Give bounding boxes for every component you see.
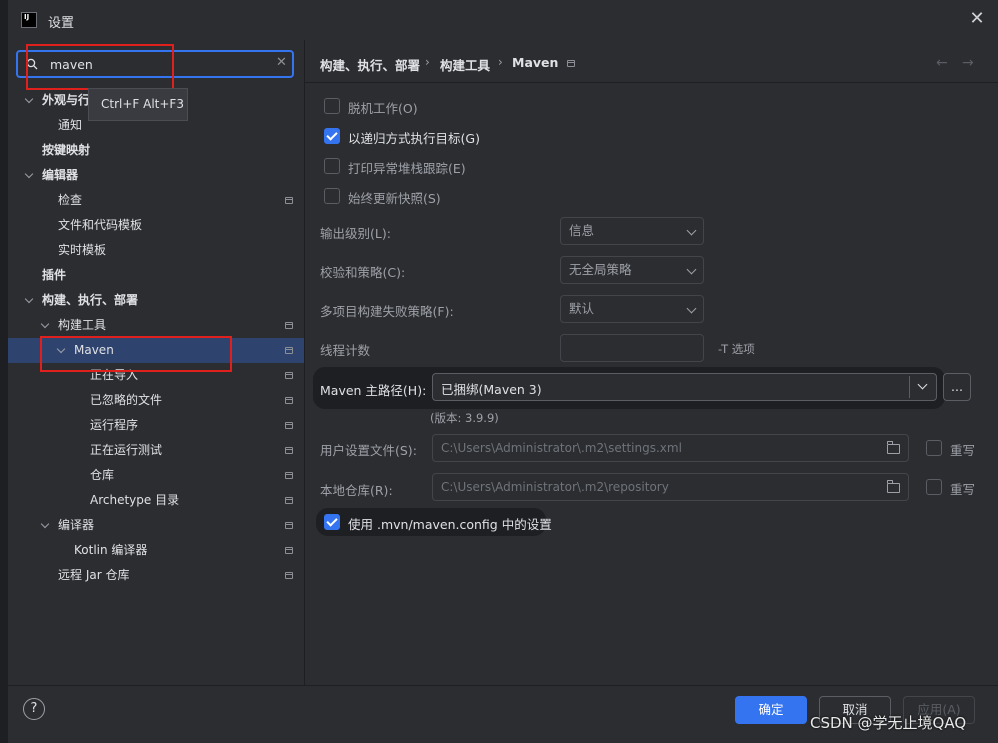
- chevron-down-icon[interactable]: [917, 379, 928, 390]
- folder-icon[interactable]: [887, 480, 900, 493]
- chevron-down-icon: [686, 264, 697, 275]
- project-scope-icon: [285, 572, 293, 579]
- thread-count-suffix: -T 选项: [718, 342, 755, 356]
- multiproject-label: 多项目构建失败策略(F):: [320, 304, 454, 319]
- project-scope-icon: [285, 347, 293, 354]
- close-icon[interactable]: ✕: [966, 8, 988, 30]
- maven-home-label: Maven 主路径(H):: [320, 383, 427, 398]
- window-title: 设置: [48, 16, 75, 31]
- user-settings-label: 用户设置文件(S):: [320, 443, 417, 458]
- user-settings-value: C:\Users\Administrator\.m2\settings.xml: [441, 441, 682, 455]
- header-divider: [305, 82, 998, 83]
- override-user-settings-label[interactable]: 重写: [950, 440, 975, 459]
- output-level-select[interactable]: 信息: [560, 217, 704, 245]
- use-mvn-config-label[interactable]: 使用 .mvn/maven.config 中的设置: [348, 514, 552, 533]
- tree-item[interactable]: 插件: [42, 263, 66, 288]
- project-scope-icon: [285, 472, 293, 479]
- tree-item[interactable]: 仓库: [90, 463, 114, 488]
- project-scope-icon: [285, 322, 293, 329]
- ok-button[interactable]: 确定: [735, 696, 807, 724]
- search-highlight-box: [26, 44, 174, 90]
- checksum-label: 校验和策略(C):: [320, 265, 406, 280]
- override-user-settings-checkbox[interactable]: [926, 440, 942, 456]
- tree-item[interactable]: 编辑器: [42, 163, 78, 188]
- project-scope-icon: [285, 397, 293, 404]
- project-scope-icon: [285, 422, 293, 429]
- project-scope-icon: [285, 197, 293, 204]
- always-update-checkbox[interactable]: [324, 188, 340, 204]
- recursive-label[interactable]: 以递归方式执行目标(G): [348, 128, 480, 147]
- tree-item[interactable]: 外观与行: [42, 88, 90, 113]
- output-level-label: 输出级别(L):: [320, 226, 391, 241]
- forward-arrow-icon[interactable]: →: [962, 55, 974, 71]
- chevron-down-icon: [686, 225, 697, 236]
- breadcrumb-separator: ›: [498, 55, 503, 69]
- back-arrow-icon[interactable]: ←: [936, 55, 948, 71]
- tree-item[interactable]: 运行程序: [90, 413, 138, 438]
- checksum-value: 无全局策略: [569, 262, 632, 277]
- tree-item[interactable]: 编译器: [58, 513, 94, 538]
- clear-search-icon[interactable]: ✕: [276, 55, 287, 70]
- watermark-text: CSDN @学无止境QAQ: [810, 714, 967, 732]
- print-stack-checkbox[interactable]: [324, 158, 340, 174]
- breadcrumb-separator: ›: [425, 55, 430, 69]
- tree-item[interactable]: 构建、执行、部署: [42, 288, 138, 313]
- tree-item[interactable]: 构建工具: [58, 313, 106, 338]
- breadcrumb-build-exec-deploy[interactable]: 构建、执行、部署: [320, 55, 420, 74]
- always-update-label[interactable]: 始终更新快照(S): [348, 188, 441, 207]
- project-scope-icon: [567, 60, 575, 67]
- thread-count-label: 线程计数: [320, 343, 371, 358]
- project-scope-icon: [285, 497, 293, 504]
- use-mvn-config-checkbox[interactable]: [324, 514, 340, 530]
- print-stack-label[interactable]: 打印异常堆栈跟踪(E): [348, 158, 466, 177]
- project-scope-icon: [285, 372, 293, 379]
- breadcrumb-build-tools[interactable]: 构建工具: [440, 55, 490, 74]
- maven-home-select[interactable]: 已捆绑(Maven 3): [432, 373, 937, 401]
- maven-highlight-box: [40, 336, 232, 372]
- local-repo-input: C:\Users\Administrator\.m2\repository: [432, 473, 909, 501]
- project-scope-icon: [285, 522, 293, 529]
- recursive-checkbox[interactable]: [324, 128, 340, 144]
- tree-item[interactable]: 远程 Jar 仓库: [58, 563, 129, 588]
- chevron-down-icon: [686, 303, 697, 314]
- app-icon: IJ: [21, 12, 37, 28]
- tree-item[interactable]: Kotlin 编译器: [74, 538, 147, 563]
- local-repo-label: 本地仓库(R):: [320, 483, 393, 498]
- tree-item[interactable]: 检查: [58, 188, 82, 213]
- folder-icon[interactable]: [887, 441, 900, 454]
- combo-divider: [909, 376, 910, 398]
- project-scope-icon: [285, 447, 293, 454]
- maven-home-value: 已捆绑(Maven 3): [441, 382, 542, 397]
- override-local-repo-label[interactable]: 重写: [950, 479, 975, 498]
- tree-item[interactable]: 已忽略的文件: [90, 388, 162, 413]
- background-edge: [0, 0, 8, 742]
- multiproject-select[interactable]: 默认: [560, 295, 704, 323]
- checksum-select[interactable]: 无全局策略: [560, 256, 704, 284]
- browse-maven-home-button[interactable]: ...: [943, 373, 971, 401]
- override-local-repo-checkbox[interactable]: [926, 479, 942, 495]
- output-level-value: 信息: [569, 223, 595, 238]
- multiproject-value: 默认: [569, 301, 595, 316]
- tree-item[interactable]: 通知: [58, 113, 82, 138]
- tree-item[interactable]: 实时模板: [58, 238, 106, 263]
- tree-item[interactable]: 文件和代码模板: [58, 213, 142, 238]
- offline-checkbox[interactable]: [324, 98, 340, 114]
- breadcrumb-maven: Maven: [512, 55, 559, 70]
- help-button[interactable]: ?: [23, 698, 45, 720]
- title-bar: IJ 设置 ✕: [8, 0, 998, 40]
- project-scope-icon: [285, 547, 293, 554]
- tree-item[interactable]: 按键映射: [42, 138, 90, 163]
- tree-item[interactable]: Archetype 目录: [90, 488, 179, 513]
- offline-label[interactable]: 脱机工作(O): [348, 98, 418, 117]
- tree-item[interactable]: 正在运行测试: [90, 438, 162, 463]
- local-repo-value: C:\Users\Administrator\.m2\repository: [441, 480, 669, 494]
- maven-version-text: (版本: 3.9.9): [430, 411, 499, 425]
- user-settings-input: C:\Users\Administrator\.m2\settings.xml: [432, 434, 909, 462]
- thread-count-input[interactable]: [560, 334, 704, 362]
- shortcut-tooltip: Ctrl+F Alt+F3: [88, 88, 188, 121]
